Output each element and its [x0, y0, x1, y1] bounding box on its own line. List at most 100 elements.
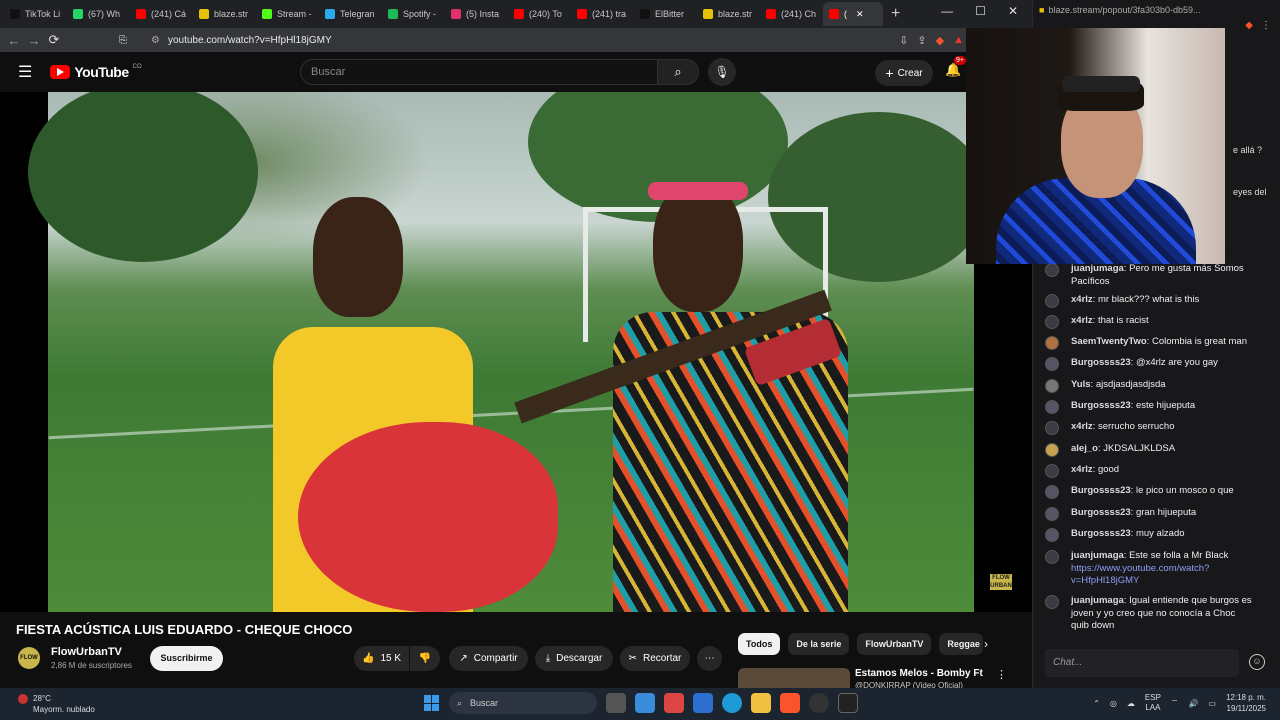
notifications-button[interactable]: 🔔 9+: [945, 56, 966, 78]
chat-username[interactable]: juanjumaga: [1071, 595, 1124, 606]
kebab-menu-icon[interactable]: ⋮: [996, 668, 1007, 681]
chat-avatar[interactable]: [1045, 315, 1059, 329]
brave-icon[interactable]: [780, 693, 800, 713]
like-button[interactable]: 👍 15 K: [354, 646, 409, 671]
chat-username[interactable]: juanjumaga: [1071, 263, 1124, 274]
file-explorer-icon[interactable]: [751, 693, 771, 713]
chat-avatar[interactable]: [1045, 294, 1059, 308]
task-view-icon[interactable]: [606, 693, 626, 713]
chat-avatar[interactable]: [1045, 550, 1059, 564]
browser-tab[interactable]: (241) Ch: [760, 2, 823, 26]
chat-username[interactable]: juanjumaga: [1071, 550, 1124, 561]
download-button[interactable]: ⤓ Descargar: [535, 646, 613, 671]
new-tab-icon[interactable]: +: [891, 5, 900, 23]
menu-icon[interactable]: ☰: [18, 62, 32, 82]
chat-username[interactable]: alej_o: [1071, 443, 1098, 454]
bookmark-icon[interactable]: ⎘: [119, 35, 127, 46]
share-icon[interactable]: ⇪: [917, 34, 926, 47]
search-button[interactable]: ⌕: [657, 59, 699, 85]
browser-tab[interactable]: (5) Insta: [445, 2, 508, 26]
copilot-icon[interactable]: [635, 693, 655, 713]
browser-tab[interactable]: Telegran: [319, 2, 382, 26]
chat-username[interactable]: x4rlz: [1071, 464, 1093, 475]
chat-avatar[interactable]: [1045, 263, 1059, 277]
search-input[interactable]: Buscar: [300, 59, 658, 85]
weather-widget[interactable]: 28°C Mayorm. nublado: [18, 693, 95, 715]
chrome-icon[interactable]: [664, 693, 684, 713]
browser-tab[interactable]: (✕: [823, 2, 883, 26]
chat-username[interactable]: SaemTwentyTwo: [1071, 336, 1147, 347]
chat-username[interactable]: Burgossss23: [1071, 485, 1131, 496]
obs-icon[interactable]: [809, 693, 829, 713]
chat-avatar[interactable]: [1045, 528, 1059, 542]
chat-link[interactable]: https://www.youtube.com/watch?v=HfpHl18j…: [1071, 563, 1209, 587]
chat-username[interactable]: Burgossss23: [1071, 507, 1131, 518]
chat-username[interactable]: Yuls: [1071, 379, 1091, 390]
chat-avatar[interactable]: [1045, 421, 1059, 435]
battery-icon[interactable]: ▭: [1208, 699, 1216, 708]
browser-tab[interactable]: Spotify -: [382, 2, 445, 26]
chat-avatar[interactable]: [1045, 485, 1059, 499]
store-icon[interactable]: [693, 693, 713, 713]
network-icon[interactable]: ◎: [1110, 699, 1117, 708]
volume-icon[interactable]: 🔊: [1188, 699, 1198, 708]
chat-avatar[interactable]: [1045, 507, 1059, 521]
browser-tab[interactable]: ElBitter: [634, 2, 697, 26]
rewards-icon[interactable]: ▲: [953, 34, 964, 47]
subscribe-button[interactable]: Suscribirme: [150, 646, 223, 671]
reload-icon[interactable]: ⟳: [44, 32, 64, 48]
url-field[interactable]: ⎘ ⚙ youtube.com/watch?v=HfpHl18jGMY: [119, 30, 714, 50]
browser-tab[interactable]: (67) Wh: [67, 2, 130, 26]
install-icon[interactable]: ⇩: [899, 34, 908, 47]
brave-shield-icon[interactable]: ◆: [936, 34, 944, 47]
chat-avatar[interactable]: [1045, 336, 1059, 350]
emoji-icon[interactable]: ☺: [1249, 654, 1265, 670]
browser-tab[interactable]: blaze.str: [697, 2, 760, 26]
chat-avatar[interactable]: [1045, 400, 1059, 414]
minimize-icon[interactable]: —: [941, 4, 953, 18]
chat-avatar[interactable]: [1045, 443, 1059, 457]
chevron-right-icon[interactable]: ›: [984, 637, 988, 651]
channel-watermark[interactable]: FLOW URBAN: [990, 574, 1012, 590]
browser-tab[interactable]: blaze.str: [193, 2, 256, 26]
share-button[interactable]: ↗ Compartir: [449, 646, 528, 671]
maximize-icon[interactable]: ☐: [975, 4, 986, 18]
browser-tab[interactable]: (241) Cá: [130, 2, 193, 26]
tab-close-icon[interactable]: ✕: [856, 9, 864, 20]
chat-input[interactable]: Chat...: [1045, 649, 1239, 677]
more-actions-button[interactable]: ⋯: [697, 646, 722, 671]
windows-start-icon[interactable]: [424, 695, 440, 711]
browser-tab[interactable]: TikTok Li: [4, 2, 67, 26]
chat-avatar[interactable]: [1045, 464, 1059, 478]
wifi-icon[interactable]: ⌔: [1171, 698, 1179, 708]
edge-icon[interactable]: [722, 693, 742, 713]
channel-name[interactable]: FlowUrbanTV: [51, 646, 122, 658]
close-icon[interactable]: ✕: [1008, 4, 1018, 18]
chat-username[interactable]: x4rlz: [1071, 421, 1093, 432]
browser-tab[interactable]: Stream -: [256, 2, 319, 26]
onedrive-icon[interactable]: ☁: [1127, 699, 1135, 708]
chip-reggae[interactable]: Reggae: [939, 633, 984, 655]
browser-tab[interactable]: (240) To: [508, 2, 571, 26]
chip-channel[interactable]: FlowUrbanTV: [857, 633, 932, 655]
chat-username[interactable]: x4rlz: [1071, 315, 1093, 326]
create-button[interactable]: + Crear: [875, 60, 933, 86]
language-indicator[interactable]: ESP LAA: [1145, 693, 1161, 713]
chat-username[interactable]: x4rlz: [1071, 294, 1093, 305]
clip-button[interactable]: ✂ Recortar: [620, 646, 690, 671]
voice-search-button[interactable]: 🎙: [708, 58, 736, 86]
browser-tab[interactable]: (241) tra: [571, 2, 634, 26]
chat-avatar[interactable]: [1045, 595, 1059, 609]
terminal-icon[interactable]: [838, 693, 858, 713]
forward-icon[interactable]: →: [24, 33, 44, 48]
video-player[interactable]: FLOW URBAN: [0, 92, 1032, 612]
more-icon[interactable]: ⋮: [1261, 20, 1271, 40]
channel-avatar[interactable]: FLOW: [18, 647, 40, 669]
recommended-thumbnail[interactable]: [738, 668, 850, 688]
youtube-logo[interactable]: YouTube CO: [50, 64, 142, 80]
taskbar-search[interactable]: ⌕ Buscar: [449, 692, 597, 714]
brave-shield-icon[interactable]: ◆: [1245, 20, 1253, 40]
dislike-button[interactable]: 👎: [410, 646, 440, 671]
chat-avatar[interactable]: [1045, 357, 1059, 371]
chip-all[interactable]: Todos: [738, 633, 781, 655]
